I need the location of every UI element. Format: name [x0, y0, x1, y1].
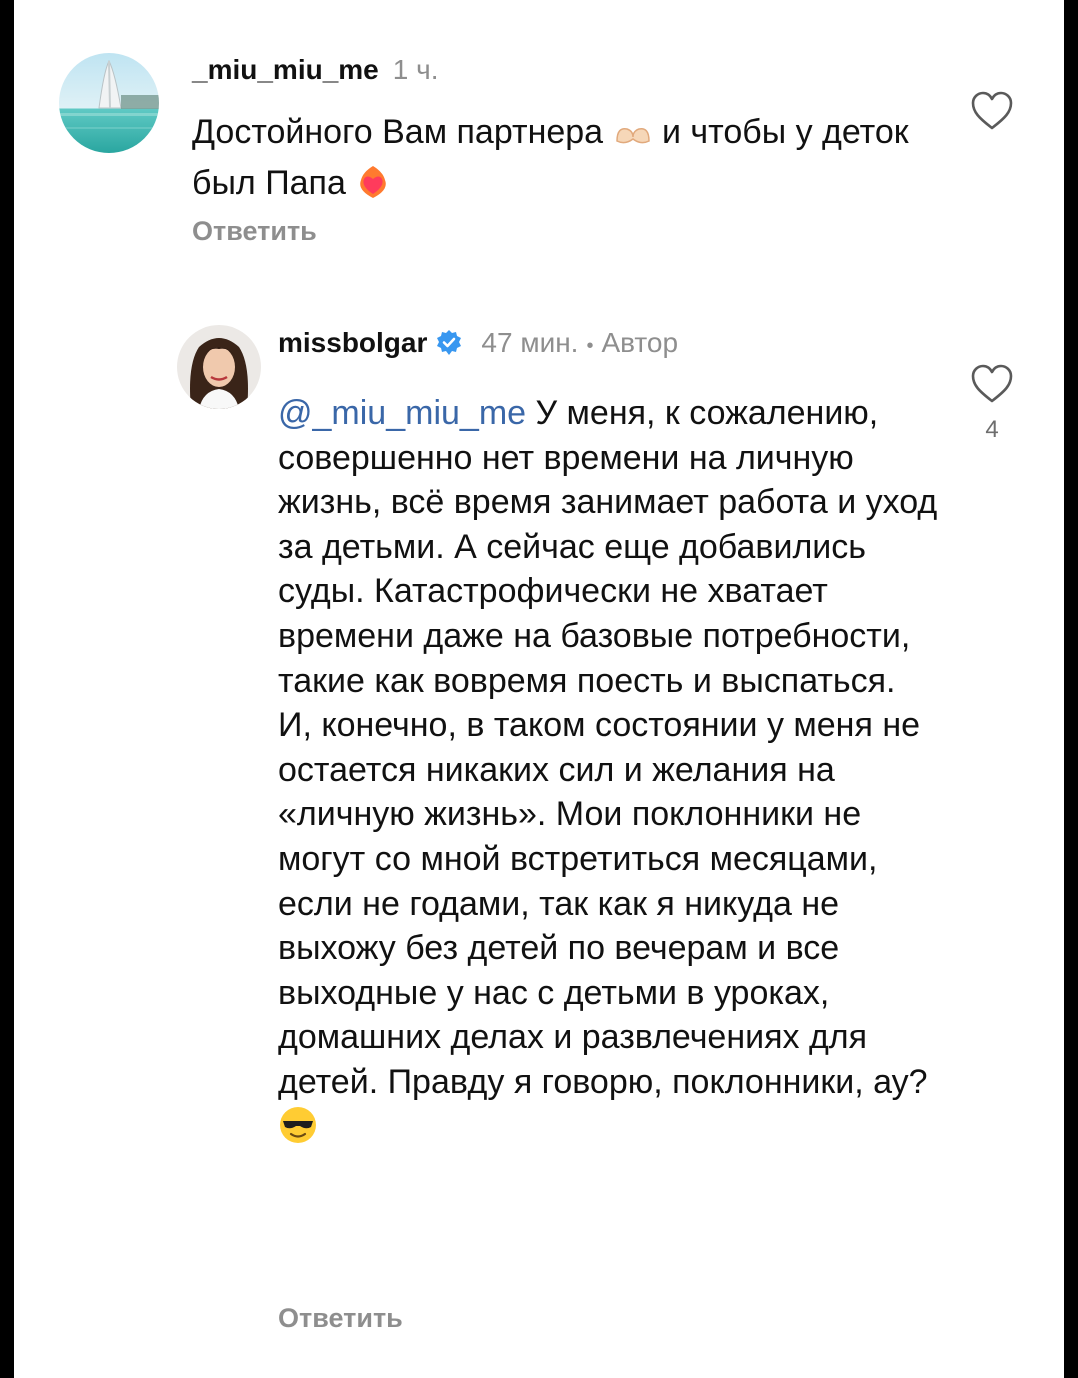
like-count: 4 [985, 416, 999, 443]
avatar[interactable] [177, 325, 261, 409]
like-button[interactable]: 4 [964, 363, 1020, 444]
sunglasses-icon [278, 1105, 318, 1157]
mention-link[interactable]: @_miu_miu_me [278, 394, 526, 432]
reply-button[interactable]: Ответить [278, 1303, 403, 1334]
timestamp: 47 мин. [481, 327, 579, 358]
meta-separator: • [586, 335, 594, 357]
woman-portrait-image [177, 325, 261, 409]
comment-text: @_miu_miu_me У меня, к сожалению, соверш… [278, 391, 938, 1156]
verified-badge-icon [435, 329, 463, 366]
author-label: Автор [601, 327, 679, 358]
username[interactable]: missbolgar [278, 327, 427, 358]
comments-panel: _miu_miu_me 1 ч. Достойного Вам партнера … [14, 0, 1064, 1378]
comment-item: missbolgar 47 мин. • Автор @_miu_miu_me У … [14, 0, 1064, 1378]
comment-meta: missbolgar 47 мин. • Автор [278, 325, 678, 366]
heart-outline-icon [971, 364, 1013, 403]
comment-text-body: У меня, к сожалению, совершенно нет врем… [278, 394, 938, 1101]
